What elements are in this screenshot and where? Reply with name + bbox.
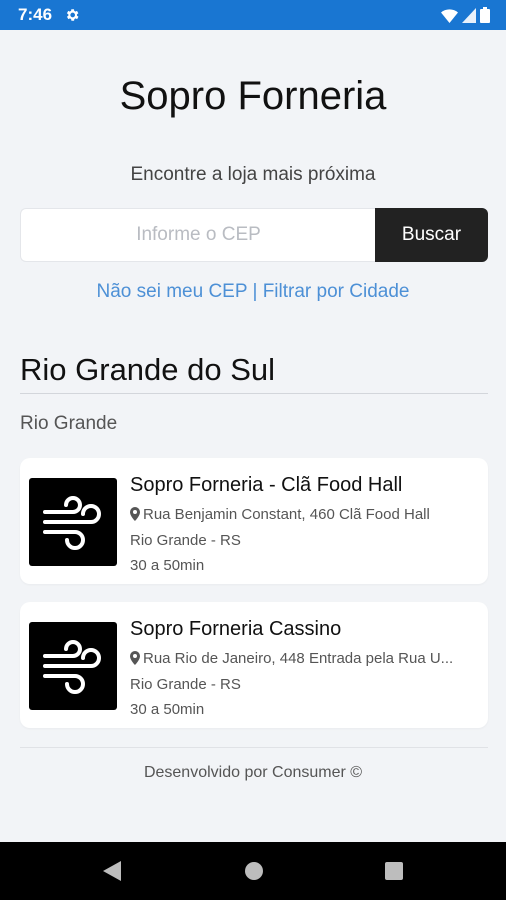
home-icon[interactable] [244,861,264,881]
city-heading: Rio Grande [20,413,118,434]
back-icon[interactable] [103,861,121,881]
wind-icon [43,496,101,550]
footer-credit: Desenvolvido por Consumer © [143,764,363,781]
footer-divider [20,747,488,748]
store-address-text: Rua Rio de Janeiro, 448 Entrada pela Rua… [143,650,454,667]
store-logo [29,478,117,566]
store-name: Sopro Forneria Cassino [130,618,342,640]
status-time: 7:46 [18,5,53,24]
signal-icon [462,7,476,23]
store-address-text: Rua Benjamin Constant, 460 Clã Food Hall [143,506,430,523]
map-pin-icon [130,651,140,665]
wifi-icon [441,8,458,23]
wind-icon [43,640,101,694]
store-address: Rua Benjamin Constant, 460 Clã Food Hall [130,506,475,523]
link-separator: | [252,281,258,302]
store-delivery-time: 30 a 50min [130,701,205,718]
store-card[interactable]: Sopro Forneria Cassino Rua Rio de Janeir… [20,602,488,728]
gear-icon [66,9,79,21]
no-cep-link[interactable]: Não sei meu CEP [97,281,248,302]
filter-city-link[interactable]: Filtrar por Cidade [263,281,410,302]
store-card[interactable]: Sopro Forneria - Clã Food Hall Rua Benja… [20,458,488,584]
store-city: Rio Grande - RS [130,532,241,549]
system-nav-bar [0,842,506,900]
page-title: Sopro Forneria [119,74,387,118]
search-links: Não sei meu CEP | Filtrar por Cidade [0,281,506,303]
store-name: Sopro Forneria - Clã Food Hall [130,474,403,496]
main-content: Sopro Forneria Encontre a loja mais próx… [0,30,506,842]
search-button[interactable]: Buscar [375,208,488,262]
state-heading: Rio Grande do Sul [20,352,276,387]
store-city: Rio Grande - RS [130,676,241,693]
battery-icon [480,7,490,23]
status-indicators [441,7,490,23]
map-pin-icon [130,507,140,521]
status-bar: 7:46 [0,0,506,30]
store-address: Rua Rio de Janeiro, 448 Entrada pela Rua… [130,650,475,667]
store-logo [29,622,117,710]
cep-input[interactable] [20,208,376,262]
page-subtitle: Encontre a loja mais próxima [130,164,376,185]
divider [20,393,488,394]
store-delivery-time: 30 a 50min [130,557,205,574]
recent-apps-icon[interactable] [384,861,404,881]
